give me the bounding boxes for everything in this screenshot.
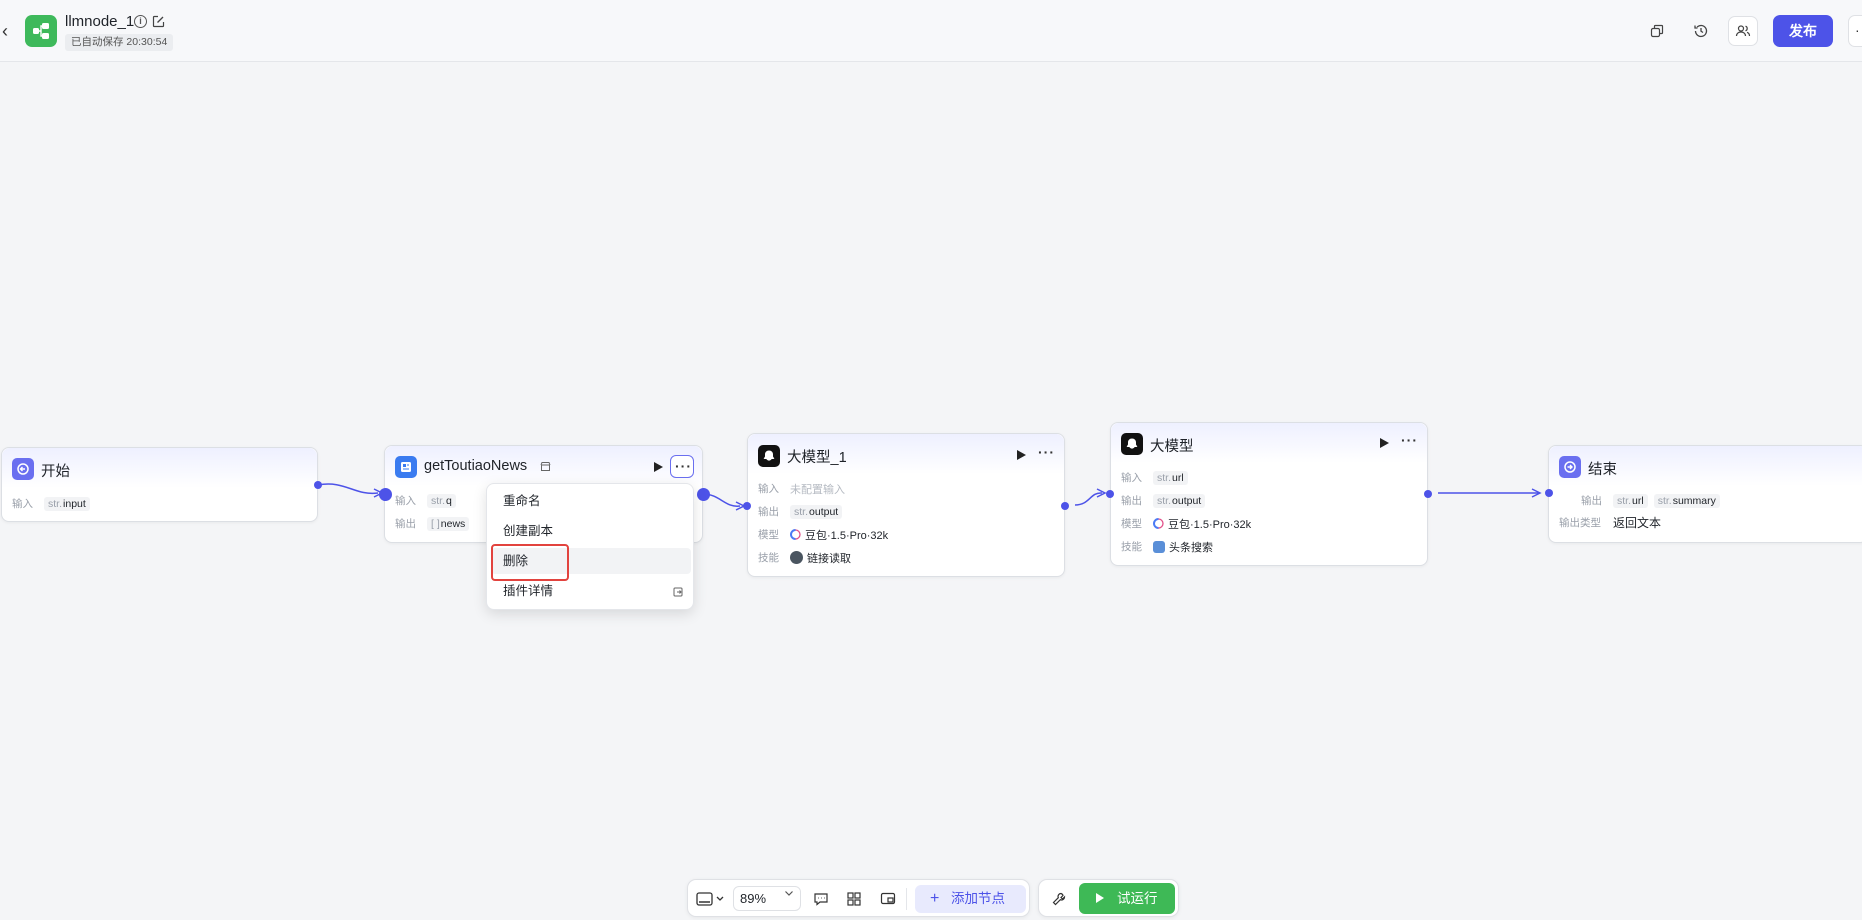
node-llm-2[interactable]: 大模型 ··· 输入 str. url 输出 str. output 模型 豆包·1…	[1110, 422, 1428, 566]
menu-item-rename[interactable]: 重命名	[491, 488, 691, 514]
auto-layout-icon[interactable]	[846, 891, 862, 907]
doubao-icon	[790, 529, 801, 540]
delete-highlight-box	[491, 544, 569, 581]
output-label: 输出	[1581, 495, 1602, 507]
param-tag: str. q	[427, 493, 456, 508]
node-end[interactable]: 结束 输出 str. url str. summary 输出类型 返回文本	[1548, 445, 1862, 543]
param-tag: [ ] news	[427, 516, 470, 531]
run-node-icon[interactable]	[1380, 438, 1389, 448]
menu-item-duplicate[interactable]: 创建副本	[491, 518, 691, 544]
output-port[interactable]	[1424, 490, 1432, 498]
model-label: 模型	[1121, 518, 1142, 530]
toutiao-search-icon	[1153, 540, 1165, 553]
param-tag: str. output	[790, 504, 843, 519]
output-port[interactable]	[697, 488, 710, 501]
end-node-icon	[1559, 456, 1581, 478]
chevron-down-icon	[784, 888, 794, 898]
model-label: 模型	[758, 529, 779, 541]
node-start[interactable]: 开始 输入 str. input	[1, 447, 318, 522]
run-toolbar: 试运行	[1038, 879, 1179, 917]
skill-value: 头条搜索	[1169, 541, 1213, 554]
llm-node-icon	[1121, 433, 1143, 455]
skill-label: 技能	[1121, 541, 1142, 553]
model-value: 豆包·1.5·Pro·32k	[1168, 518, 1252, 531]
canvas-toolbar: 89% + 添加节点	[687, 879, 1030, 917]
output-port[interactable]	[314, 481, 322, 489]
minimap-icon[interactable]	[880, 891, 896, 907]
doubao-icon	[1153, 518, 1164, 529]
debug-wrench-icon[interactable]	[1051, 891, 1067, 907]
comment-icon[interactable]	[813, 891, 829, 907]
input-label: 输入	[395, 495, 416, 507]
input-unconfigured: 未配置输入	[790, 483, 845, 496]
node-title: 结束	[1588, 462, 1617, 478]
output-type-label: 输出类型	[1559, 517, 1601, 529]
node-title: 开始	[41, 464, 70, 480]
toolbar-divider	[906, 888, 907, 910]
trial-run-button[interactable]: 试运行	[1079, 883, 1175, 914]
menu-item-plugin-details[interactable]: 插件详情	[491, 578, 691, 604]
skill-label: 技能	[758, 552, 779, 564]
node-title: getToutiaoNews	[424, 458, 528, 474]
input-port[interactable]	[379, 488, 392, 501]
param-tag: str. summary	[1653, 493, 1720, 508]
add-node-button[interactable]: + 添加节点	[915, 885, 1026, 913]
input-port[interactable]	[1106, 490, 1114, 498]
node-more-icon[interactable]: ···	[1038, 444, 1055, 460]
model-value: 豆包·1.5·Pro·32k	[805, 529, 889, 542]
run-node-icon[interactable]	[1017, 450, 1026, 460]
play-icon	[1096, 893, 1104, 903]
output-port[interactable]	[1061, 502, 1069, 510]
node-more-icon[interactable]: ···	[1401, 432, 1418, 448]
output-label: 输出	[1121, 495, 1142, 507]
zoom-select[interactable]: 89%	[733, 886, 801, 911]
input-port[interactable]	[1545, 489, 1553, 497]
input-label: 输入	[758, 483, 779, 495]
external-link-icon	[673, 587, 683, 597]
store-icon	[540, 461, 551, 472]
input-port[interactable]	[743, 502, 751, 510]
output-type-value: 返回文本	[1613, 516, 1662, 530]
input-label: 输入	[12, 498, 33, 510]
node-title: 大模型	[1150, 439, 1194, 455]
run-node-icon[interactable]	[654, 462, 663, 472]
node-more-button[interactable]: ···	[670, 455, 694, 478]
param-tag: str. input	[44, 496, 90, 511]
input-label: 输入	[1121, 472, 1142, 484]
plus-icon: +	[930, 890, 940, 907]
node-llm-1[interactable]: 大模型_1 ··· 输入 未配置输入 输出 str. output 模型 豆包·1…	[747, 433, 1065, 577]
skill-value: 链接读取	[807, 552, 851, 565]
param-tag: str. output	[1153, 493, 1206, 508]
layout-mode-icon[interactable]	[696, 891, 726, 907]
param-tag: str. url	[1153, 470, 1188, 485]
node-title: 大模型_1	[787, 450, 847, 466]
param-tag: str. url	[1613, 493, 1648, 508]
output-label: 输出	[758, 506, 779, 518]
more-icon: ···	[675, 458, 692, 474]
llm-node-icon	[758, 445, 780, 467]
link-reader-icon	[790, 551, 803, 564]
output-label: 输出	[395, 518, 416, 530]
start-node-icon	[12, 458, 34, 480]
plugin-node-icon	[395, 456, 417, 478]
